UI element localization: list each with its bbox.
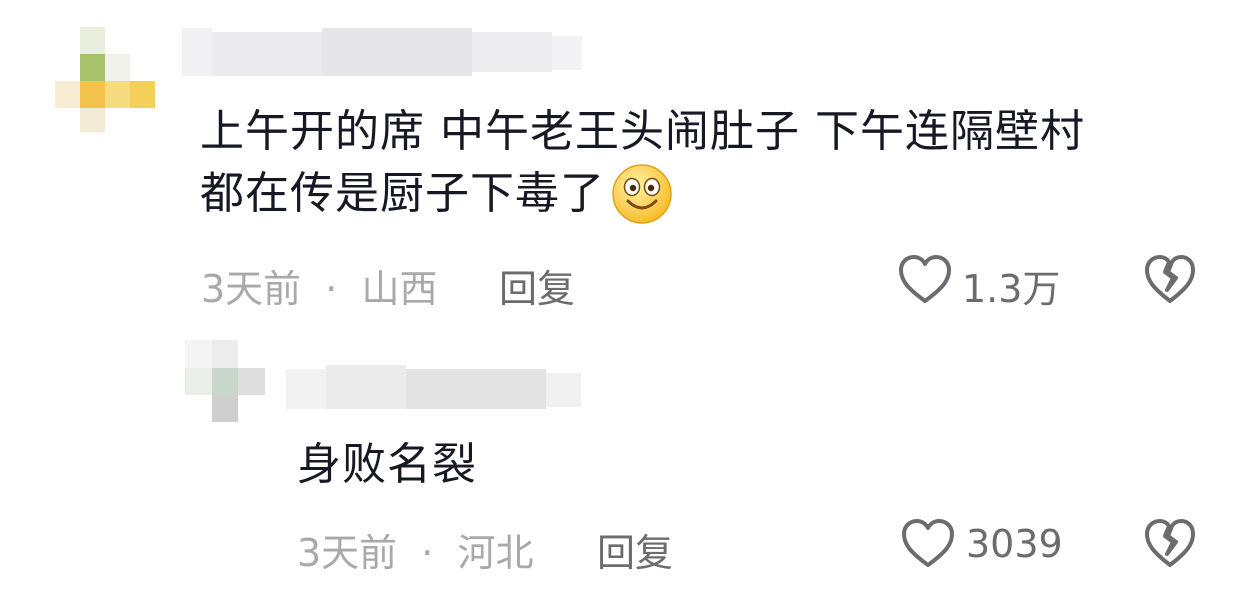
comment-text: 上午开的席 中午老王头闹肚子 下午连隔壁村 都在传是厨子下毒了 <box>200 101 1085 225</box>
heart-outline-icon[interactable] <box>900 518 956 570</box>
comment-text-line: 上午开的席 中午老王头闹肚子 下午连隔壁村 <box>200 106 1085 157</box>
broken-heart-icon[interactable] <box>1143 518 1197 570</box>
comment-time: 3天前 <box>297 531 398 575</box>
broken-heart-icon[interactable] <box>1143 254 1197 306</box>
smile-emoji-icon <box>611 163 673 225</box>
heart-outline-icon[interactable] <box>897 254 953 306</box>
comment-text-line: 身败名裂 <box>297 439 477 490</box>
comment-location: 河北 <box>457 531 534 575</box>
comment-location: 山西 <box>361 267 438 311</box>
reply-button[interactable]: 回复 <box>499 258 575 313</box>
meta-separator: · <box>421 531 434 575</box>
like-count: 1.3万 <box>962 267 1061 311</box>
reply-button[interactable]: 回复 <box>597 522 673 577</box>
like-count: 3039 <box>966 522 1063 566</box>
comment-meta: 3天前 · 河北 <box>297 522 533 577</box>
avatar[interactable] <box>55 27 160 132</box>
username[interactable] <box>182 28 582 78</box>
comment-time: 3天前 <box>201 267 302 311</box>
username[interactable] <box>286 365 586 413</box>
comment-text: 身败名裂 <box>297 434 477 496</box>
avatar[interactable] <box>185 340 265 422</box>
comment-text-line-2: 都在传是厨子下毒了 <box>200 168 605 219</box>
comment-text-line: 都在传是厨子下毒了 <box>200 163 1085 225</box>
comment-meta: 3天前 · 山西 <box>201 258 437 313</box>
meta-separator: · <box>325 267 338 311</box>
